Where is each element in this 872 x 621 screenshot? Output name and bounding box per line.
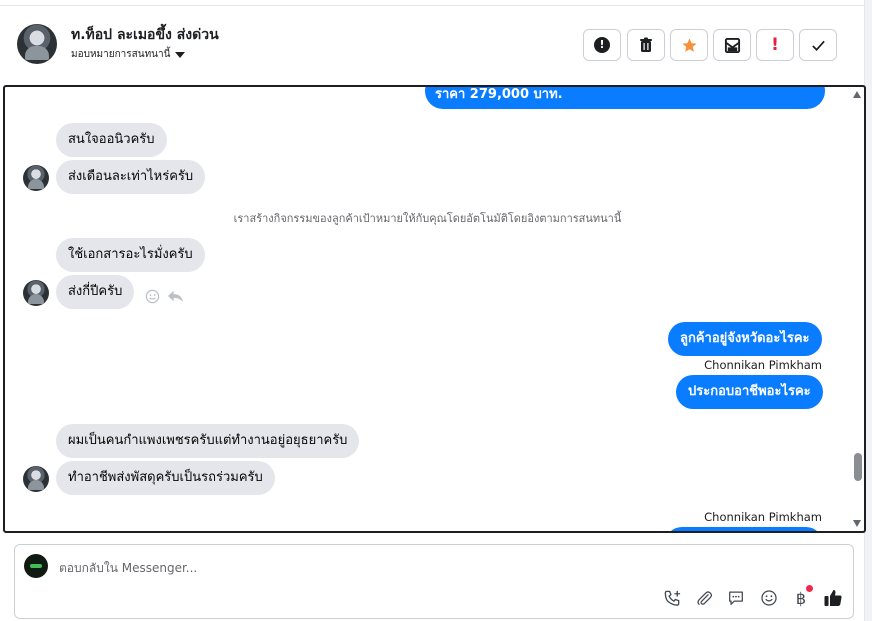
saved-reply-button[interactable] <box>726 588 746 608</box>
thread-scrollbar[interactable] <box>850 87 864 531</box>
outgoing-message[interactable]: ประกอบอาชีพอะไรคะ <box>676 375 823 409</box>
contact-avatar-small[interactable] <box>23 466 49 492</box>
like-button[interactable] <box>823 588 843 608</box>
attach-button[interactable] <box>694 588 714 608</box>
conversation-header: ท.ท็อป ละเมอขึ้ง ส่งด่วน มอบหมายการสนทนา… <box>0 6 864 84</box>
saved-reply-icon <box>729 591 743 605</box>
incoming-message[interactable]: ส่งกี่ปีครับ <box>56 275 135 309</box>
assign-label: มอบหมายการสนทนานี้ <box>71 49 171 60</box>
outgoing-message[interactable]: ลูกค้าอยู่จังหวัดอะไรคะ <box>668 322 822 356</box>
incoming-message[interactable]: ส่งเดือนละเท่าไหร่ครับ <box>56 160 206 194</box>
reply-icon[interactable] <box>167 289 184 304</box>
outgoing-message-partial[interactable] <box>665 527 823 531</box>
delete-button[interactable] <box>627 29 665 61</box>
red-exclamation-icon: ! <box>771 35 779 55</box>
paperclip-icon <box>697 591 713 605</box>
notification-dot <box>806 585 813 592</box>
sender-name: Chonnikan Pimkham <box>704 510 822 524</box>
baht-icon: ฿ <box>795 588 807 608</box>
exclamation-circle-icon: ! <box>594 37 610 53</box>
checkmark-icon <box>811 40 825 51</box>
star-icon <box>681 37 697 52</box>
scroll-up-arrow-icon[interactable] <box>853 91 861 98</box>
incoming-message[interactable]: ผมเป็นคนกำแพงเพชรครับแต่ทำงานอยู่อยุธยาค… <box>56 424 360 458</box>
emoji-button[interactable] <box>759 588 779 608</box>
reply-composer: ฿ <box>14 544 854 619</box>
call-add-button[interactable] <box>662 588 682 608</box>
mark-spam-button[interactable]: ! <box>583 29 621 61</box>
contact-name[interactable]: ท.ท็อป ละเมอขึ้ง ส่งด่วน <box>71 24 219 46</box>
incoming-message[interactable]: ใช้เอกสารอะไรมั่งครับ <box>56 238 205 272</box>
mark-done-button[interactable] <box>799 29 837 61</box>
trash-icon <box>640 37 652 52</box>
chevron-down-icon <box>175 51 186 58</box>
system-note: เราสร้างกิจกรรมของลูกค้าเป้าหมายให้กับคุ… <box>233 212 622 225</box>
page-avatar <box>24 554 48 578</box>
mark-unread-button[interactable] <box>713 29 751 61</box>
envelope-icon <box>724 37 740 53</box>
incoming-message[interactable]: สนใจออนิวครับ <box>56 123 167 157</box>
message-thread[interactable]: ราคา 279,000 บาท. สนใจออนิวครับ ส่งเดือน… <box>3 85 866 533</box>
assign-conversation-dropdown[interactable]: มอบหมายการสนทนานี้ <box>71 47 186 62</box>
reply-input[interactable] <box>59 558 619 578</box>
call-add-icon <box>664 590 680 606</box>
star-button[interactable] <box>670 29 708 61</box>
thumbs-up-icon <box>824 590 842 606</box>
outgoing-message[interactable]: ราคา 279,000 บาท. <box>425 87 825 109</box>
scroll-thumb[interactable] <box>854 453 862 481</box>
contact-avatar[interactable] <box>17 24 57 64</box>
incoming-message[interactable]: ทำอาชีพส่งพัสดุครับเป็นรถร่วมครับ <box>56 461 275 495</box>
follow-up-button[interactable]: ! <box>756 29 794 61</box>
sender-name: Chonnikan Pimkham <box>704 358 822 372</box>
emoji-icon <box>761 590 777 606</box>
emoji-react-icon[interactable] <box>145 289 160 304</box>
contact-avatar-small[interactable] <box>23 165 49 191</box>
scroll-down-arrow-icon[interactable] <box>853 520 861 527</box>
contact-avatar-small[interactable] <box>23 280 49 306</box>
